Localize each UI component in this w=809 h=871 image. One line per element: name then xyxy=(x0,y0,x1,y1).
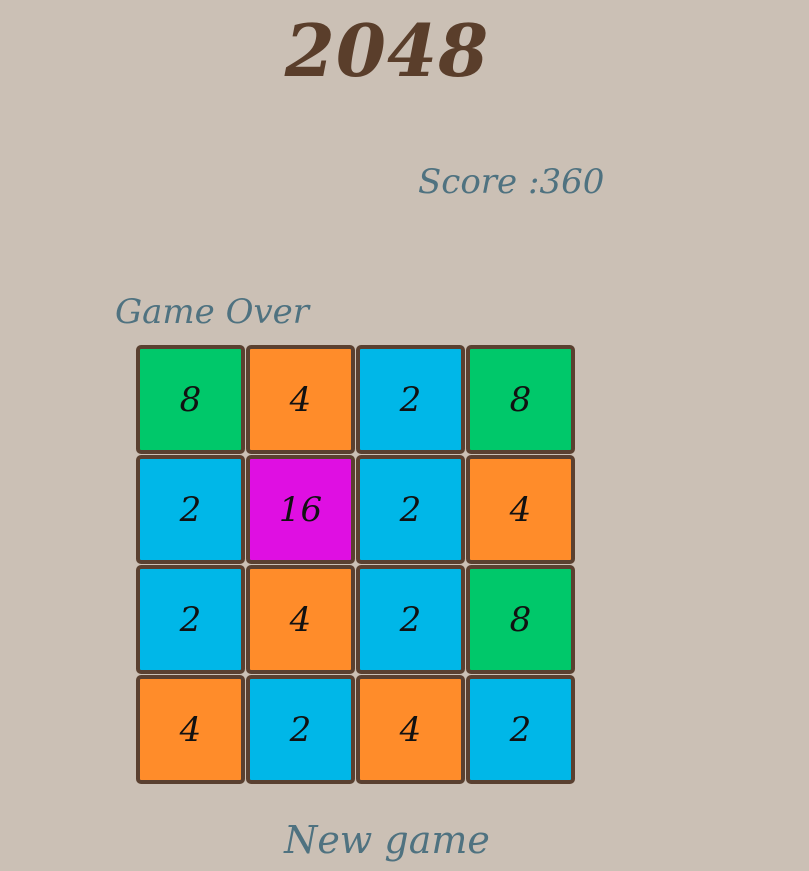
tile-r3-c3: 2 xyxy=(356,565,465,674)
tile-r4-c3: 4 xyxy=(356,675,465,784)
tile-r4-c2: 2 xyxy=(246,675,355,784)
tile-r1-c1: 8 xyxy=(136,345,245,454)
tile-r2-c4: 4 xyxy=(466,455,575,564)
tile-r2-c3: 2 xyxy=(356,455,465,564)
tile-r3-c1: 2 xyxy=(136,565,245,674)
tile-r3-c2: 4 xyxy=(246,565,355,674)
tile-r4-c4: 2 xyxy=(466,675,575,784)
tile-r3-c4: 8 xyxy=(466,565,575,674)
game-board: 8 4 2 8 2 16 2 4 2 4 2 8 4 2 4 2 xyxy=(136,345,576,785)
tile-r4-c1: 4 xyxy=(136,675,245,784)
tile-r1-c3: 2 xyxy=(356,345,465,454)
score-display: Score :360 xyxy=(418,162,605,202)
new-game-button[interactable]: New game xyxy=(0,814,774,866)
tile-r1-c2: 4 xyxy=(246,345,355,454)
game-over-status: Game Over xyxy=(115,292,310,332)
tile-r2-c2: 16 xyxy=(246,455,355,564)
tile-r2-c1: 2 xyxy=(136,455,245,564)
game-title: 2048 xyxy=(284,8,490,93)
tile-r1-c4: 8 xyxy=(466,345,575,454)
